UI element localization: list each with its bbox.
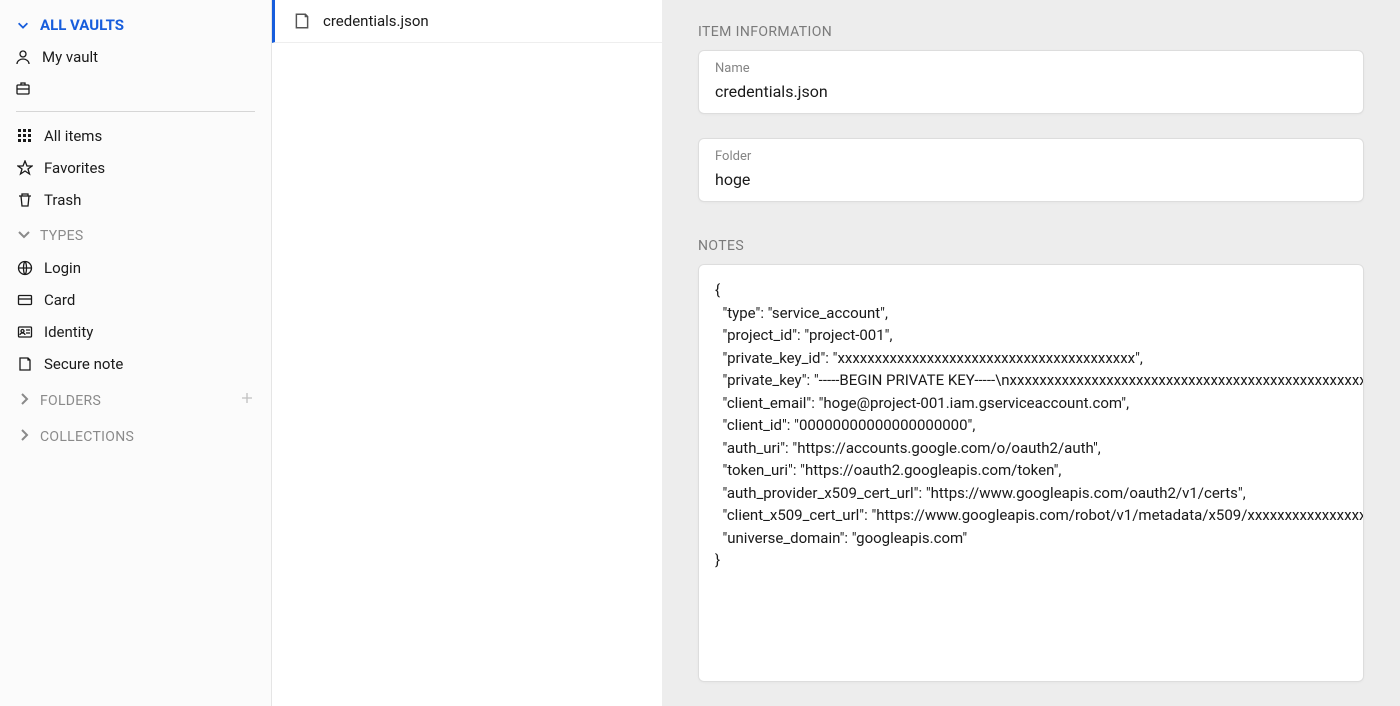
name-field[interactable]: Name credentials.json [698, 50, 1364, 114]
collections-heading-label: COLLECTIONS [40, 429, 255, 445]
sidebar-type-secure-note[interactable]: Secure note [0, 348, 271, 380]
card-icon [16, 292, 34, 308]
sidebar-trash[interactable]: Trash [0, 184, 271, 216]
sidebar-all-vaults-label: ALL VAULTS [40, 16, 124, 34]
sidebar-type-secure-note-label: Secure note [44, 355, 123, 373]
chevron-down-icon [16, 226, 32, 246]
sidebar-types-heading[interactable]: TYPES [0, 216, 271, 252]
sidebar-collections-heading[interactable]: COLLECTIONS [0, 417, 271, 453]
folders-heading-label: FOLDERS [40, 393, 231, 409]
sidebar-all-vaults[interactable]: ALL VAULTS [0, 0, 271, 41]
item-info-heading: ITEM INFORMATION [698, 24, 1364, 40]
note-icon [16, 356, 34, 372]
notes-field[interactable]: { "type": "service_account", "project_id… [698, 264, 1364, 682]
folder-field-value: hoge [715, 170, 1347, 189]
sidebar-trash-label: Trash [44, 191, 81, 209]
sidebar: ALL VAULTS My vault All items Favorites … [0, 0, 272, 706]
folder-field[interactable]: Folder hoge [698, 138, 1364, 202]
list-item[interactable]: credentials.json [272, 0, 662, 43]
sidebar-org-vault[interactable] [0, 73, 271, 103]
chevron-right-icon [16, 391, 32, 411]
detail-panel: ITEM INFORMATION Name credentials.json F… [662, 0, 1400, 706]
sidebar-type-identity-label: Identity [44, 323, 93, 341]
sidebar-type-card[interactable]: Card [0, 284, 271, 316]
chevron-right-icon [16, 427, 32, 447]
sidebar-favorites[interactable]: Favorites [0, 152, 271, 184]
name-field-label: Name [715, 61, 1347, 76]
sidebar-favorites-label: Favorites [44, 159, 105, 177]
grid-icon [16, 128, 34, 144]
list-item-name: credentials.json [323, 12, 429, 30]
divider [16, 111, 255, 112]
chevron-down-icon [16, 17, 30, 33]
types-heading-label: TYPES [40, 228, 255, 244]
item-list: credentials.json [272, 0, 662, 706]
briefcase-icon [14, 80, 32, 96]
identity-icon [16, 324, 34, 340]
folder-field-label: Folder [715, 149, 1347, 164]
notes-content: { "type": "service_account", "project_id… [715, 279, 1347, 572]
sidebar-all-items[interactable]: All items [0, 120, 271, 152]
sidebar-type-card-label: Card [44, 291, 75, 309]
sidebar-my-vault[interactable]: My vault [0, 41, 271, 73]
trash-icon [16, 192, 34, 208]
globe-icon [16, 260, 34, 276]
sidebar-type-identity[interactable]: Identity [0, 316, 271, 348]
sidebar-all-items-label: All items [44, 127, 102, 145]
sidebar-type-login-label: Login [44, 259, 81, 277]
add-folder-button[interactable] [239, 390, 255, 411]
note-icon [293, 12, 311, 30]
notes-heading: NOTES [698, 238, 1364, 254]
sidebar-my-vault-label: My vault [42, 48, 98, 66]
sidebar-folders-heading[interactable]: FOLDERS [0, 380, 271, 417]
star-icon [16, 160, 34, 176]
name-field-value: credentials.json [715, 82, 1347, 101]
person-icon [14, 49, 32, 65]
sidebar-type-login[interactable]: Login [0, 252, 271, 284]
